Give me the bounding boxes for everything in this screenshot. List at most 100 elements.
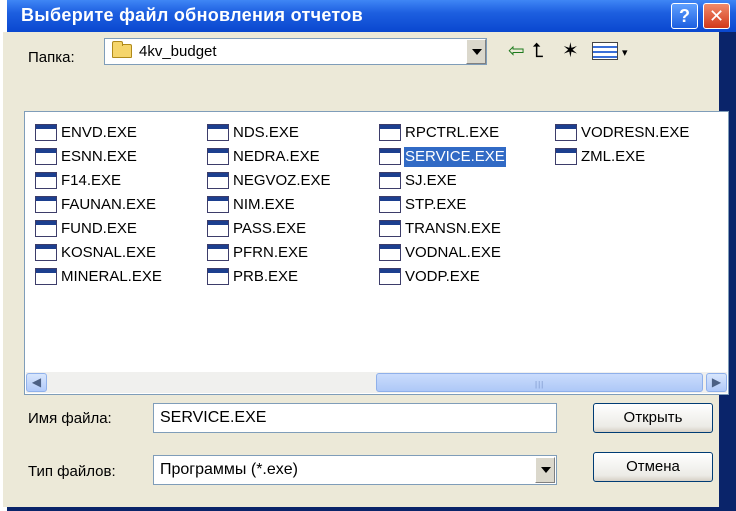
file-name: SJ.EXE [405, 172, 457, 189]
exe-file-icon [379, 220, 401, 237]
file-name: NEDRA.EXE [233, 148, 320, 165]
file-name: NDS.EXE [233, 124, 299, 141]
file-item[interactable]: ESNN.EXE [33, 146, 203, 170]
filetype-value: Программы (*.exe) [160, 461, 298, 478]
folder-combo[interactable]: 4kv_budget [104, 38, 487, 65]
exe-file-icon [207, 244, 229, 261]
scroll-grip-icon: ||| [535, 380, 545, 389]
file-item[interactable]: MINERAL.EXE [33, 266, 203, 290]
file-name: NEGVOZ.EXE [233, 172, 331, 189]
file-name: MINERAL.EXE [61, 268, 162, 285]
file-name: SERVICE.EXE [404, 147, 506, 167]
view-menu-icon[interactable] [592, 42, 618, 60]
exe-file-icon [207, 268, 229, 285]
file-name: F14.EXE [61, 172, 122, 189]
file-item[interactable]: FUND.EXE [33, 218, 203, 242]
file-name: RPCTRL.EXE [405, 124, 500, 141]
file-name: PASS.EXE [233, 220, 307, 237]
filename-label: Имя файла: [28, 410, 112, 427]
file-name: FAUNAN.EXE [61, 196, 157, 213]
filetype-dropdown-button[interactable] [535, 457, 555, 483]
file-name: TRANSN.EXE [405, 220, 501, 237]
file-item[interactable]: TRANSN.EXE [377, 218, 547, 242]
file-item[interactable]: PASS.EXE [205, 218, 375, 242]
exe-file-icon [207, 124, 229, 141]
exe-file-icon [207, 220, 229, 237]
view-menu-arrow-icon[interactable]: ▾ [622, 42, 628, 64]
folder-dropdown-button[interactable] [466, 39, 486, 64]
file-name: PFRN.EXE [233, 244, 309, 261]
scroll-left-button[interactable]: ◀ [26, 373, 47, 392]
scroll-right-button[interactable]: ▶ [706, 373, 727, 392]
file-item[interactable]: FAUNAN.EXE [33, 194, 203, 218]
file-item[interactable]: STP.EXE [377, 194, 547, 218]
file-name: STP.EXE [405, 196, 467, 213]
file-name: PRB.EXE [233, 268, 299, 285]
file-item[interactable]: NEDRA.EXE [205, 146, 375, 170]
file-name: ESNN.EXE [61, 148, 137, 165]
file-name: VODNAL.EXE [405, 244, 501, 261]
scroll-thumb[interactable]: ||| [376, 373, 703, 392]
exe-file-icon [555, 124, 577, 141]
exe-file-icon [379, 148, 401, 165]
file-name: ENVD.EXE [61, 124, 137, 141]
file-column-3: RPCTRL.EXE SERVICE.EXE SJ.EXE STP.EXE TRANSN… [377, 122, 547, 290]
exe-file-icon [35, 268, 57, 285]
file-item[interactable]: SJ.EXE [377, 170, 547, 194]
file-name: NIM.EXE [233, 196, 295, 213]
filetype-label: Тип файлов: [28, 463, 116, 480]
exe-file-icon [379, 244, 401, 261]
title-bar[interactable]: Выберите файл обновления отчетов ? ✕ [7, 0, 736, 32]
file-name: KOSNAL.EXE [61, 244, 157, 261]
dialog-title: Выберите файл обновления отчетов [21, 5, 363, 25]
file-item[interactable]: NDS.EXE [205, 122, 375, 146]
exe-file-icon [379, 172, 401, 189]
file-item[interactable]: KOSNAL.EXE [33, 242, 203, 266]
exe-file-icon [35, 172, 57, 189]
exe-file-icon [35, 220, 57, 237]
file-item[interactable]: RPCTRL.EXE [377, 122, 547, 146]
file-item[interactable]: ZML.EXE [553, 146, 723, 170]
file-item[interactable]: NIM.EXE [205, 194, 375, 218]
horizontal-scrollbar[interactable]: ◀ ||| ▶ [26, 372, 727, 393]
exe-file-icon [35, 148, 57, 165]
exe-file-icon [379, 196, 401, 213]
exe-file-icon [35, 124, 57, 141]
file-item[interactable]: VODP.EXE [377, 266, 547, 290]
file-item[interactable]: VODNAL.EXE [377, 242, 547, 266]
back-arrow-icon[interactable]: ⇦ [508, 40, 525, 62]
file-item[interactable]: PFRN.EXE [205, 242, 375, 266]
file-name: FUND.EXE [61, 220, 137, 237]
filetype-select[interactable]: Программы (*.exe) [153, 455, 557, 485]
exe-file-icon [379, 268, 401, 285]
help-button[interactable]: ? [671, 3, 698, 29]
exe-file-icon [35, 244, 57, 261]
folder-icon [112, 41, 132, 58]
file-item[interactable]: SERVICE.EXE [377, 146, 547, 170]
exe-file-icon [207, 172, 229, 189]
new-folder-icon[interactable]: ✶ [562, 40, 579, 62]
folder-name: 4kv_budget [139, 43, 217, 60]
open-button[interactable]: Открыть [593, 403, 713, 433]
file-item[interactable]: ENVD.EXE [33, 122, 203, 146]
file-item[interactable]: PRB.EXE [205, 266, 375, 290]
file-item[interactable]: VODRESN.EXE [553, 122, 723, 146]
file-column-2: NDS.EXE NEDRA.EXE NEGVOZ.EXE NIM.EXE PASS.EX… [205, 122, 375, 290]
cancel-button[interactable]: Отмена [593, 452, 713, 482]
file-name: ZML.EXE [581, 148, 646, 165]
folder-label: Папка: [28, 49, 75, 66]
exe-file-icon [207, 196, 229, 213]
file-column-4: VODRESN.EXE ZML.EXE [553, 122, 723, 170]
close-button[interactable]: ✕ [703, 3, 730, 29]
file-name: VODRESN.EXE [581, 124, 690, 141]
exe-file-icon [35, 196, 57, 213]
file-list[interactable]: ENVD.EXE ESNN.EXE F14.EXE FAUNAN.EXE FUND.EX… [24, 111, 729, 395]
file-item[interactable]: NEGVOZ.EXE [205, 170, 375, 194]
file-column-1: ENVD.EXE ESNN.EXE F14.EXE FAUNAN.EXE FUND.EX… [33, 122, 203, 290]
exe-file-icon [555, 148, 577, 165]
exe-file-icon [207, 148, 229, 165]
up-folder-icon[interactable]: ⮤ [532, 40, 544, 62]
filename-input[interactable] [153, 403, 557, 433]
file-item[interactable]: F14.EXE [33, 170, 203, 194]
file-name: VODP.EXE [405, 268, 480, 285]
